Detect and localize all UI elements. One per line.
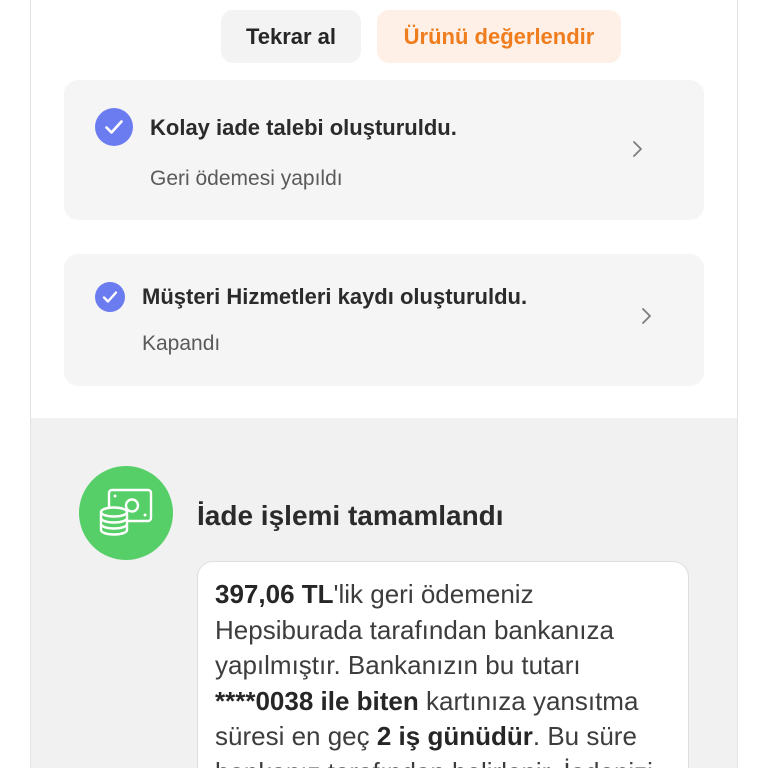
refund-message-line: 397,06 TL'lik geri ödemeniz — [215, 577, 671, 613]
return-request-status-card[interactable]: Kolay iade talebi oluşturuldu. Geri ödem… — [64, 80, 704, 220]
refund-message-card: 397,06 TL'lik geri ödemeniz Hepsiburada … — [197, 561, 689, 768]
status-subtitle: Geri ödemesi yapıldı — [150, 167, 343, 190]
reorder-button[interactable]: Tekrar al — [221, 10, 361, 63]
order-detail-page: Tekrar al Ürünü değerlendir Kolay iade t… — [0, 0, 768, 768]
refund-message-line: Hepsiburada tarafından bankanıza — [215, 613, 671, 649]
refund-message-line: ****0038 ile biten kartınıza yansıtma — [215, 684, 671, 720]
refund-section: İade işlemi tamamlandı 397,06 TL'lik ger… — [31, 418, 737, 768]
customer-service-status-card[interactable]: Müşteri Hizmetleri kaydı oluşturuldu. Ka… — [64, 254, 704, 386]
status-subtitle: Kapandı — [142, 332, 221, 355]
check-circle-icon — [95, 108, 133, 146]
chevron-right-icon[interactable] — [631, 140, 643, 158]
refund-message-line: bankanız tarafından belirlenir. İadenizi — [215, 755, 671, 768]
message-text: 'lik geri ödemeniz — [333, 579, 534, 609]
review-product-button[interactable]: Ürünü değerlendir — [377, 10, 621, 63]
refund-message-line: süresi en geç 2 iş günüdür. Bu süre — [215, 719, 671, 755]
check-circle-icon — [95, 282, 125, 312]
message-text: Hepsiburada tarafından bankanıza — [215, 614, 614, 645]
refund-amount: 397,06 TL — [215, 579, 334, 609]
money-coins-icon — [79, 466, 173, 560]
message-text: bankanız tarafından belirlenir. İadenizi — [215, 757, 653, 768]
status-title: Kolay iade talebi oluşturuldu. — [150, 115, 457, 140]
message-text: yapılmıştır. Bankanızın bu tutarı — [215, 650, 581, 680]
message-text: kartınıza yansıtma — [418, 685, 639, 716]
refund-duration: 2 iş günüdür — [376, 721, 533, 751]
chevron-right-icon[interactable] — [640, 307, 652, 325]
message-text: . Bu süre — [532, 721, 637, 751]
card-number-text: ****0038 ile biten — [215, 685, 419, 716]
status-title: Müşteri Hizmetleri kaydı oluşturuldu. — [142, 284, 528, 309]
message-text: süresi en geç — [215, 721, 377, 751]
refund-title: İade işlemi tamamlandı — [197, 500, 504, 531]
refund-message-line: yapılmıştır. Bankanızın bu tutarı — [215, 648, 671, 684]
